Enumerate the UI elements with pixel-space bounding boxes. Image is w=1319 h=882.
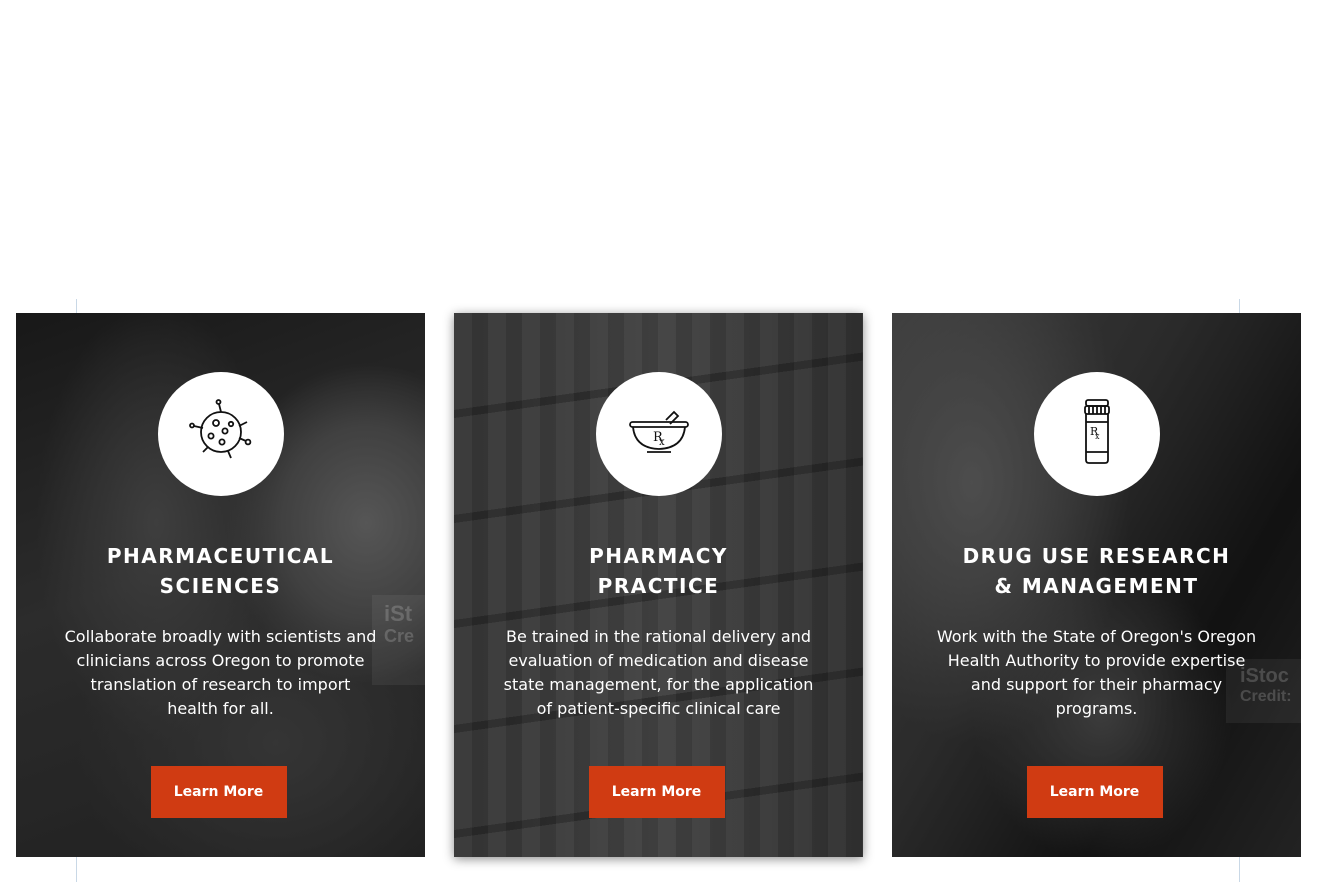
card-description-line: translation of research to import <box>90 675 351 694</box>
watermark-line: Cre <box>384 626 415 647</box>
card-title: Pharmaceutical Sciences <box>16 541 425 601</box>
card-description-line: programs. <box>1055 699 1138 718</box>
mortar-pestle-rx-icon: R x <box>619 392 699 476</box>
svg-text:x: x <box>1095 432 1100 441</box>
card-description-line: and support for their pharmacy <box>970 675 1223 694</box>
card-description: Collaborate broadly with scientists and … <box>56 625 385 721</box>
card-pharmaceutical-sciences: iSt Cre PHARMACEUTICAL SCIENCES Collabor… <box>16 313 425 857</box>
virus-icon <box>181 392 261 476</box>
card-description-line: evaluation of medication and disease <box>508 651 809 670</box>
card-pharmacy-practice: R x Pharmacy Practice Be trained in the … <box>454 313 863 857</box>
card-title-line: Pharmaceutical <box>106 544 335 568</box>
card-description-line: of patient-specific clinical care <box>536 699 781 718</box>
learn-more-button[interactable]: Learn More <box>588 766 725 818</box>
card-title-line: Practice <box>597 574 720 598</box>
card-title-line: Pharmacy <box>589 544 728 568</box>
layout-guide-line-left <box>76 299 77 314</box>
card-description-line: Collaborate broadly with scientists and <box>64 627 377 646</box>
card-title-line: & Management <box>994 574 1199 598</box>
layout-guide-line-left <box>76 857 77 882</box>
card-description-line: health for all. <box>167 699 274 718</box>
card-description-line: Be trained in the rational delivery and <box>505 627 812 646</box>
layout-guide-line-right <box>1239 299 1240 314</box>
mortar-pestle-rx-icon-badge: R x <box>595 372 722 496</box>
card-title-line: Drug Use Research <box>962 544 1231 568</box>
watermark-line: iSt <box>384 601 413 626</box>
card-drug-use-research: iStoc Credit: R x DRUG USE RESEARCH & MA… <box>892 313 1301 857</box>
learn-more-button[interactable]: Learn More <box>1026 766 1163 818</box>
card-description-line: state management, for the application <box>503 675 814 694</box>
pill-bottle-rx-icon: R x <box>1057 392 1137 476</box>
learn-more-button[interactable]: Learn More <box>150 766 287 818</box>
card-title: Pharmacy Practice <box>454 541 863 601</box>
card-description-line: Health Authority to provide expertise <box>947 651 1246 670</box>
card-title-line: Sciences <box>159 574 282 598</box>
card-description-line: Work with the State of Oregon's Oregon <box>936 627 1257 646</box>
pill-bottle-rx-icon-badge: R x <box>1033 372 1160 496</box>
card-title: Drug Use Research & Management <box>892 541 1301 601</box>
card-description: Be trained in the rational delivery and … <box>494 625 823 721</box>
layout-guide-line-right <box>1239 857 1240 882</box>
card-description-line: clinicians across Oregon to promote <box>76 651 365 670</box>
card-description: Work with the State of Oregon's Oregon H… <box>932 625 1261 721</box>
svg-text:x: x <box>659 437 665 448</box>
virus-icon-badge <box>157 372 284 496</box>
